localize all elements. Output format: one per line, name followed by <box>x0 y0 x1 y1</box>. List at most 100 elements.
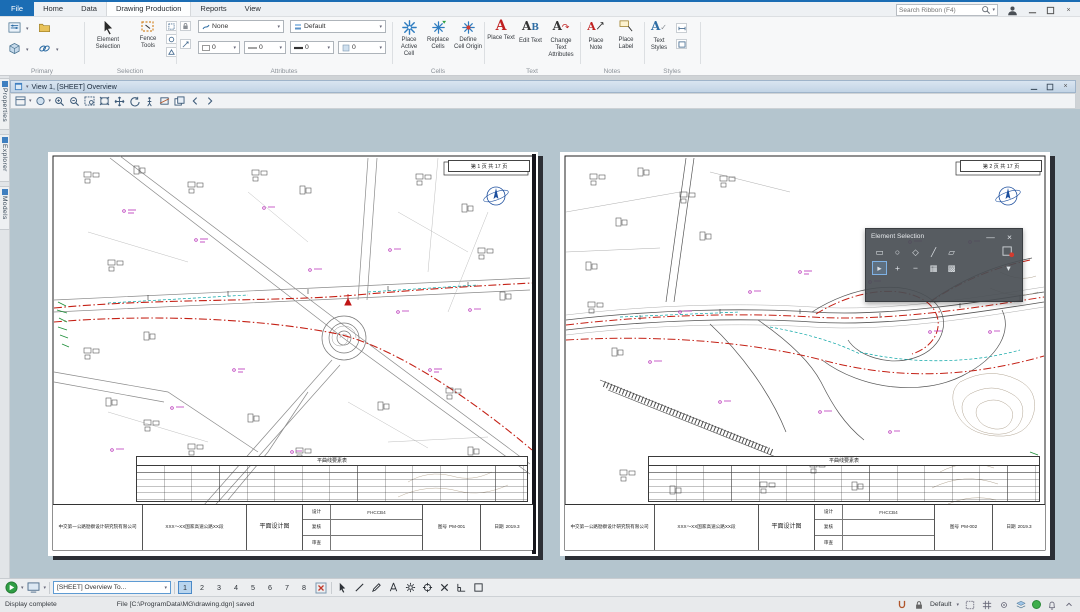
ribbon-search[interactable]: ▾ <box>896 4 998 16</box>
combo-caret-icon[interactable]: ▾ <box>379 45 382 51</box>
notifications-icon[interactable] <box>1046 599 1058 610</box>
zoom-out-icon[interactable] <box>68 95 81 107</box>
active-locks-icon[interactable] <box>913 599 925 610</box>
target-status-icon[interactable] <box>998 599 1010 610</box>
element-styles-icon[interactable] <box>676 39 687 49</box>
select-add-icon[interactable]: + <box>890 261 905 275</box>
window-area-icon[interactable] <box>83 95 96 107</box>
view-menu-caret-icon[interactable]: ▾ <box>26 84 29 90</box>
active-lineweight-combo[interactable]: 0▾ <box>290 41 334 54</box>
expand-statusbar-icon[interactable] <box>1063 599 1075 610</box>
tab-data[interactable]: Data <box>72 2 106 16</box>
tab-view[interactable]: View <box>236 2 270 16</box>
search-caret-icon[interactable]: ▾ <box>992 7 995 13</box>
view-close-icon[interactable]: × <box>1059 81 1072 93</box>
view-toggle-1[interactable]: 1 <box>178 581 192 594</box>
maximize-window-icon[interactable] <box>1044 4 1057 16</box>
edit-text-button[interactable]: AB Edit Text <box>517 19 544 45</box>
view-window-icon[interactable] <box>14 82 23 91</box>
view-display-mode-icon[interactable] <box>27 581 41 594</box>
view-toggle-5[interactable]: 5 <box>246 581 260 594</box>
clip-volume-icon[interactable] <box>158 95 171 107</box>
search-icon[interactable] <box>979 4 992 16</box>
walk-icon[interactable] <box>143 95 156 107</box>
view-toggle-8[interactable]: 8 <box>297 581 311 594</box>
measure-icon[interactable] <box>386 581 400 594</box>
dialog-close-icon[interactable]: × <box>1002 230 1017 244</box>
dialog-titlebar[interactable]: Element Selection — × <box>866 229 1022 244</box>
user-account-icon[interactable] <box>1006 4 1019 16</box>
place-active-cell-button[interactable]: Place Active Cell <box>395 19 423 58</box>
rotate-view-icon[interactable] <box>128 95 141 107</box>
close-window-icon[interactable]: × <box>1062 4 1075 16</box>
sheet-1[interactable]: 第 1 页 共 17 页 平曲线要素表 中交第一公路勘察设计研究院有限公司 XX… <box>48 152 538 556</box>
grid-status-icon[interactable] <box>981 599 993 610</box>
active-transparency-combo[interactable]: 0▾ <box>338 41 386 54</box>
properties-caret-icon[interactable]: ▾ <box>26 26 29 32</box>
accusnap-toggle-icon[interactable] <box>4 581 18 594</box>
models-icon[interactable] <box>8 42 21 54</box>
snap-mode-icon[interactable] <box>896 599 908 610</box>
place-text-button[interactable]: A Place Text <box>487 19 515 42</box>
define-cell-origin-button[interactable]: Define Cell Origin <box>454 19 482 51</box>
combo-caret-icon[interactable]: ▾ <box>379 24 382 30</box>
view-attributes-icon[interactable] <box>14 95 27 107</box>
panel-tab-properties[interactable]: Properties <box>0 78 10 130</box>
explorer-icon[interactable] <box>38 21 51 33</box>
active-level-combo[interactable]: Default▾ <box>290 20 386 33</box>
close-view-icon[interactable] <box>314 581 328 594</box>
search-input[interactable] <box>899 7 979 14</box>
place-note-button[interactable]: A Place Note <box>582 19 610 52</box>
pan-view-icon[interactable] <box>113 95 126 107</box>
select-polygon-icon[interactable]: ▱ <box>944 245 959 259</box>
pencil-icon[interactable] <box>369 581 383 594</box>
panel-tab-models[interactable]: Models <box>0 186 10 230</box>
selection-mode-label[interactable]: Default <box>930 601 952 608</box>
references-caret-icon[interactable]: ▾ <box>56 47 59 53</box>
combo-caret-icon[interactable]: ▾ <box>277 24 280 30</box>
dimension-styles-icon[interactable] <box>676 23 687 33</box>
fit-view-icon[interactable] <box>98 95 111 107</box>
settings-gear-icon[interactable] <box>403 581 417 594</box>
tab-reports[interactable]: Reports <box>191 2 235 16</box>
region-tool-icon[interactable] <box>471 581 485 594</box>
next-view-icon[interactable] <box>203 95 216 107</box>
fence-status-icon[interactable] <box>964 599 976 610</box>
select-all-icon[interactable]: ▦ <box>926 261 941 275</box>
tab-home[interactable]: Home <box>34 2 72 16</box>
view-display-caret-icon[interactable]: ▾ <box>44 585 47 591</box>
select-subtract-icon[interactable]: − <box>908 261 923 275</box>
view-display-style-caret-icon[interactable]: ▾ <box>49 98 52 104</box>
combo-caret-icon[interactable]: ▾ <box>279 45 282 51</box>
view-minimize-icon[interactable] <box>1027 81 1040 93</box>
view-attributes-caret-icon[interactable]: ▾ <box>29 98 32 104</box>
dialog-expand-caret-icon[interactable]: ▾ <box>1001 261 1016 275</box>
active-linestyle-combo[interactable]: 0▾ <box>244 41 286 54</box>
panel-tab-explorer[interactable]: Explorer <box>0 134 10 182</box>
accudraw-target-icon[interactable] <box>420 581 434 594</box>
sheet-2[interactable]: 第 2 页 共 17 页 平曲线要素表 中交第一公路勘察设计研究院有限公司 XX… <box>560 152 1050 556</box>
change-text-attributes-button[interactable]: A↷ Change Text Attributes <box>546 19 576 59</box>
view-toggle-4[interactable]: 4 <box>229 581 243 594</box>
fence-tools-button[interactable]: Fence Tools <box>132 19 164 50</box>
view-toggle-7[interactable]: 7 <box>280 581 294 594</box>
active-element-style-combo[interactable]: None▾ <box>198 20 284 33</box>
select-new-icon[interactable]: ▸ <box>872 261 887 275</box>
previous-view-icon[interactable] <box>188 95 201 107</box>
references-icon[interactable] <box>38 42 51 54</box>
place-line-icon[interactable] <box>352 581 366 594</box>
replace-cells-button[interactable]: Replace Cells <box>424 19 452 51</box>
delete-element-icon[interactable] <box>437 581 451 594</box>
select-block-icon[interactable]: ○ <box>890 245 905 259</box>
copy-view-icon[interactable] <box>173 95 186 107</box>
tab-file[interactable]: File <box>0 2 34 16</box>
select-line-icon[interactable]: ╱ <box>926 245 941 259</box>
select-individual-icon[interactable]: ▭ <box>872 245 887 259</box>
zoom-in-icon[interactable] <box>53 95 66 107</box>
select-element-type-icon[interactable] <box>1001 245 1016 259</box>
attribute-match-icon[interactable] <box>180 39 191 49</box>
tab-drawing-production[interactable]: Drawing Production <box>106 2 191 16</box>
selection-mode-caret-icon[interactable]: ▾ <box>956 602 959 608</box>
view-group-selector[interactable]: [SHEET] Overview To... ▾ <box>53 581 171 594</box>
drawing-canvas[interactable]: 第 1 页 共 17 页 平曲线要素表 中交第一公路勘察设计研究院有限公司 XX… <box>10 109 1080 578</box>
